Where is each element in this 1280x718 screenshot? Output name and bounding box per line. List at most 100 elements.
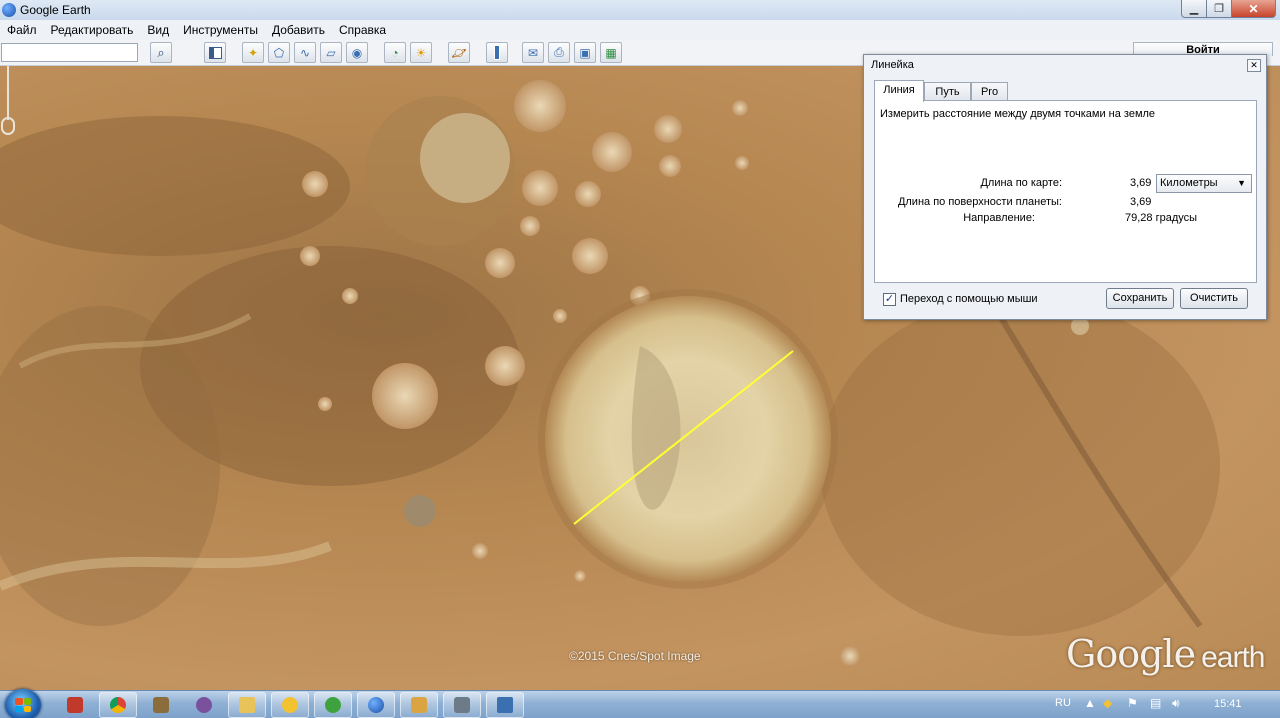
chrome-icon [110, 697, 126, 713]
add-path-icon: ∿ [299, 45, 311, 60]
taskbar-app-explorer[interactable] [228, 692, 266, 718]
ruler-description: Измерить расстояние между двумя точками … [880, 108, 1156, 120]
title-bar: Google Earth ▁ ❐ ✕ [0, 0, 1280, 20]
sidebar-toggle-icon [208, 46, 222, 59]
ruler-button[interactable] [486, 42, 508, 63]
print-icon: ⎙ [554, 45, 564, 59]
viber-icon [196, 697, 212, 713]
menu-bar: Файл Редактировать Вид Инструменты Добав… [0, 20, 1280, 40]
ground-length-label: Длина по поверхности планеты: [897, 196, 1062, 208]
logo-earth: earth [1201, 641, 1265, 674]
heading-value: 79,28 градусы [1125, 212, 1198, 224]
menu-file[interactable]: Файл [7, 23, 37, 37]
ruler-close-button[interactable]: ✕ [1247, 59, 1261, 72]
taskbar: RU ▲ ◆ ⚑ ▤ 🔊︎ 15:41 [0, 689, 1280, 718]
taskbar-app-viber[interactable] [185, 692, 223, 718]
tray-app-icon[interactable]: ◆ [1103, 696, 1112, 710]
add-image-overlay-button[interactable]: ▱ [320, 42, 342, 63]
language-indicator[interactable]: RU [1055, 697, 1071, 709]
map-length-value: 3,69 [1130, 177, 1152, 189]
chevron-down-icon: ▼ [1237, 178, 1246, 188]
imagery-copyright: ©2015 Cnes/Spot Image [569, 649, 701, 663]
window-icon [497, 697, 513, 713]
record-tour-icon: ◉ [351, 45, 363, 60]
mouse-navigation-label: Переход с помощью мыши [900, 293, 1038, 305]
ruler-tab-panel: Измерить расстояние между двумя точками … [874, 100, 1257, 283]
clock[interactable]: 15:41 [1214, 698, 1242, 710]
taskbar-app-window[interactable] [486, 692, 524, 718]
map-length-label: Длина по карте: [980, 177, 1062, 189]
view-in-maps-icon: ▦ [605, 45, 617, 60]
menu-help[interactable]: Справка [339, 23, 386, 37]
checkmark-icon: ✓ [884, 293, 895, 305]
menu-view[interactable]: Вид [147, 23, 169, 37]
tab-path[interactable]: Путь [924, 82, 971, 101]
taskbar-app-utorrent[interactable] [314, 692, 352, 718]
ruler-dialog-title: Линейка [871, 59, 914, 71]
search-button[interactable]: ⌕ [150, 42, 172, 63]
explorer-icon [239, 697, 255, 713]
search-input[interactable] [1, 43, 138, 62]
show-hidden-icons-icon[interactable]: ▲ [1084, 696, 1096, 710]
paint-icon [411, 697, 427, 713]
save-image-icon: ▣ [579, 45, 591, 60]
ground-length-value: 3,69 [1130, 196, 1152, 208]
close-button[interactable]: ✕ [1231, 0, 1276, 18]
taskbar-app-plugin[interactable] [142, 692, 180, 718]
volume-icon[interactable]: 🔊︎ [1172, 696, 1180, 711]
flash-icon [67, 697, 83, 713]
google-earth-logo: Google earth [1066, 632, 1265, 676]
save-button[interactable]: Сохранить [1106, 288, 1174, 309]
taskbar-app-smile[interactable] [271, 692, 309, 718]
switch-to-sky-icon: 🪐︎ [451, 45, 467, 60]
network-icon[interactable]: ▤ [1150, 696, 1161, 710]
maximize-button[interactable]: ❐ [1206, 0, 1232, 18]
google-earth-app-icon [2, 3, 16, 17]
menu-add[interactable]: Добавить [272, 23, 325, 37]
record-tour-button[interactable]: ◉ [346, 42, 368, 63]
ruler-dialog: Линейка ✕ Линия Путь Pro Измерить рассто… [863, 54, 1267, 320]
sunlight-button[interactable]: ☀ [410, 42, 432, 63]
menu-tools[interactable]: Инструменты [183, 23, 258, 37]
add-path-button[interactable]: ∿ [294, 42, 316, 63]
windows-logo-icon [15, 698, 31, 712]
smile-icon [282, 697, 298, 713]
clear-button[interactable]: Очистить [1180, 288, 1248, 309]
taskbar-app-camera[interactable] [443, 692, 481, 718]
historical-imagery-button[interactable]: ◔ [384, 42, 406, 63]
mouse-navigation-checkbox[interactable]: ✓ [883, 293, 896, 306]
taskbar-app-google-earth[interactable] [357, 692, 395, 718]
save-image-button[interactable]: ▣ [574, 42, 596, 63]
add-polygon-button[interactable]: ⬠ [268, 42, 290, 63]
utorrent-icon [325, 697, 341, 713]
add-placemark-button[interactable]: ✦ [242, 42, 264, 63]
start-button[interactable] [5, 689, 41, 718]
taskbar-app-flash[interactable] [56, 692, 94, 718]
menu-edit[interactable]: Редактировать [51, 23, 134, 37]
sidebar-toggle-button[interactable] [204, 42, 226, 63]
minimize-button[interactable]: ▁ [1181, 0, 1207, 18]
heading-label: Направление: [963, 212, 1035, 224]
close-icon: ✕ [1250, 60, 1258, 70]
add-placemark-icon: ✦ [247, 45, 259, 60]
window-title: Google Earth [20, 3, 91, 17]
taskbar-app-paint[interactable] [400, 692, 438, 718]
ruler-icon [494, 45, 500, 60]
email-button[interactable]: ✉ [522, 42, 544, 63]
print-button[interactable]: ⎙ [548, 42, 570, 63]
search-icon: ⌕ [157, 44, 165, 60]
taskbar-app-chrome[interactable] [99, 692, 137, 718]
tab-line[interactable]: Линия [874, 80, 924, 102]
switch-planet-button[interactable]: 🪐︎ [448, 42, 470, 63]
email-icon: ✉ [527, 45, 539, 60]
unit-select-value: Километры [1160, 177, 1218, 189]
historical-imagery-icon: ◔ [391, 45, 399, 60]
tab-pro[interactable]: Pro [971, 82, 1008, 101]
action-center-flag-icon[interactable]: ⚑ [1127, 696, 1138, 710]
logo-google: Google [1066, 632, 1196, 676]
unit-select[interactable]: Километры ▼ [1156, 174, 1252, 193]
sunlight-icon: ☀ [415, 45, 427, 60]
view-in-maps-button[interactable]: ▦ [600, 42, 622, 63]
camera-icon [454, 697, 470, 713]
zoom-slider[interactable] [0, 66, 16, 138]
